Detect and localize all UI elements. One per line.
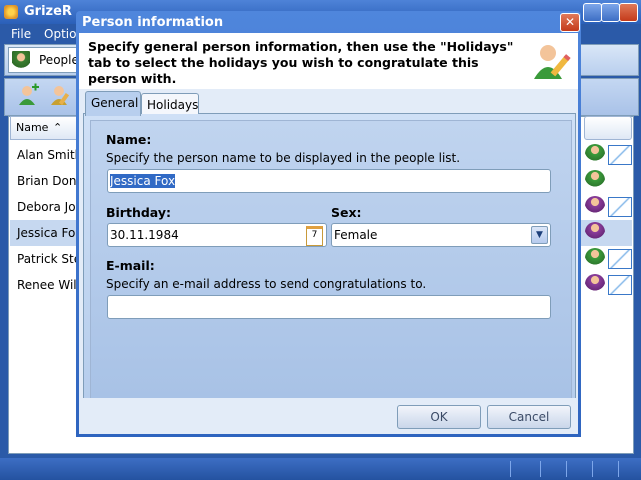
envelope-icon — [608, 197, 632, 217]
ok-button[interactable]: OK — [397, 405, 481, 429]
menu-options[interactable]: Optio — [44, 27, 76, 41]
app-icon — [4, 5, 18, 19]
email-label: E-mail: — [106, 258, 155, 273]
female-avatar-icon — [585, 196, 605, 216]
name-label: Name: — [106, 132, 152, 147]
female-avatar-icon — [585, 222, 605, 242]
app-title: GrizeR — [24, 4, 72, 19]
menu-file[interactable]: File — [11, 27, 31, 41]
male-avatar-icon — [585, 144, 605, 164]
name-column-label: Name — [16, 121, 49, 134]
status-bar — [0, 458, 641, 480]
edit-person-large-icon — [531, 41, 571, 81]
name-column-header[interactable]: Name ⌃ — [10, 116, 82, 140]
edit-person-icon[interactable] — [48, 83, 72, 107]
dialog-title: Person information — [82, 15, 224, 30]
maximize-button[interactable] — [601, 3, 620, 22]
person-name: Brian Dond — [17, 174, 85, 188]
minimize-button[interactable] — [583, 3, 602, 22]
name-hint: Specify the person name to be displayed … — [106, 151, 461, 165]
person-name: Patrick Ste — [17, 252, 82, 266]
add-person-icon[interactable] — [16, 83, 40, 107]
calendar-icon[interactable]: 7 — [306, 226, 323, 246]
dialog-description: Specify general person information, then… — [88, 39, 514, 86]
birthday-value: 30.11.1984 — [110, 228, 179, 242]
envelope-icon — [608, 145, 632, 165]
dialog-close-button[interactable]: ✕ — [560, 13, 580, 32]
person-name: Alan Smith — [17, 148, 83, 162]
envelope-icon — [608, 275, 632, 295]
dialog-header: Specify general person information, then… — [79, 33, 578, 90]
icon-column-header[interactable] — [584, 116, 632, 140]
name-input[interactable]: Jessica Fox — [107, 169, 551, 193]
person-name: Debora Jol — [17, 200, 79, 214]
birthday-label: Birthday: — [106, 205, 171, 220]
sort-up-icon: ⌃ — [53, 121, 63, 134]
person-name: Renee Wil — [17, 278, 77, 292]
envelope-icon — [608, 249, 632, 269]
person-name: Jessica Fo — [17, 226, 76, 240]
name-input-value: Jessica Fox — [110, 174, 176, 188]
people-icon — [12, 51, 30, 69]
chevron-down-icon[interactable]: ▼ — [531, 226, 548, 244]
male-avatar-icon — [585, 248, 605, 268]
tab-people-label: People — [39, 53, 79, 67]
tab-holidays-label: Holidays — [147, 98, 199, 112]
cancel-button[interactable]: Cancel — [487, 405, 571, 429]
tab-general-label: General — [91, 96, 139, 110]
sex-value: Female — [334, 228, 378, 242]
email-hint: Specify an e-mail address to send congra… — [106, 277, 427, 291]
tab-holidays[interactable]: Holidays — [141, 93, 199, 114]
female-avatar-icon — [585, 274, 605, 294]
birthday-date-picker[interactable]: 30.11.1984 — [107, 223, 327, 247]
app-close-button[interactable] — [619, 3, 638, 22]
tab-general[interactable]: General — [85, 91, 141, 116]
sex-label: Sex: — [331, 205, 362, 220]
male-avatar-icon — [585, 170, 605, 190]
email-input[interactable] — [107, 295, 551, 319]
sex-select[interactable]: Female — [331, 223, 551, 247]
